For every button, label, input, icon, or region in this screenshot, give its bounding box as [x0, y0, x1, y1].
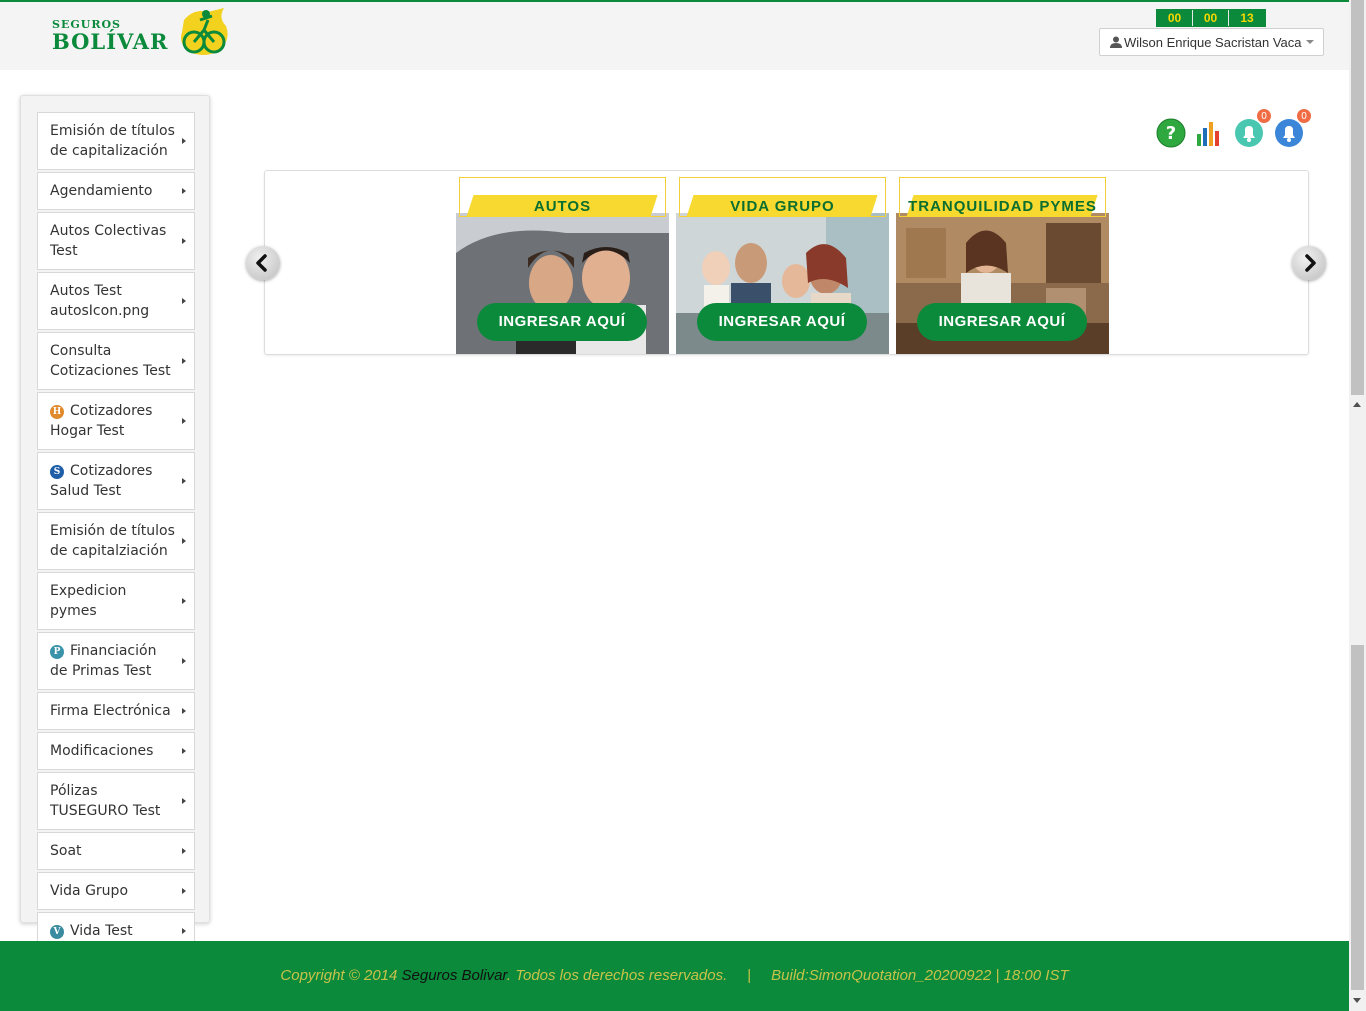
caret-right-icon [182, 298, 186, 304]
sidebar-item-label: Agendamiento [50, 183, 153, 199]
sidebar-item-label: Vida Grupo [50, 883, 129, 899]
build-text: Build:SimonQuotation_20200922 | 18:00 IS… [771, 967, 1069, 984]
scrollbar[interactable] [1349, 0, 1366, 1011]
scrollbar-thumb-lower[interactable] [1351, 645, 1364, 990]
carousel-prev-button[interactable] [246, 246, 280, 280]
product-carousel: AUTOS INGRESAR AQUÍ VIDA GRUPO INGRESAR … [264, 170, 1309, 355]
sidebar-item-label: Cotizadores Salud Test [50, 463, 153, 499]
caret-right-icon [182, 848, 186, 854]
caret-right-icon [182, 598, 186, 604]
hogar-icon: H [50, 405, 64, 419]
sidebar-item-label: Autos Colectivas Test [50, 223, 167, 259]
primas-icon: P [50, 645, 64, 659]
logo-big-text: BOLÍVAR [52, 29, 169, 54]
caret-right-icon [182, 538, 186, 544]
sidebar-item-financiacion-primas[interactable]: P Financiación de Primas Test [37, 632, 195, 690]
rights-text: . Todos los derechos reservados. [506, 967, 728, 984]
card-tranquilidad-pymes[interactable]: TRANQUILIDAD PYMES INGRESAR AQUÍ [896, 171, 1109, 354]
sidebar-item-label: Financiación de Primas Test [50, 643, 157, 679]
copyright-text: Copyright © 2014 [280, 967, 402, 984]
carousel-next-button[interactable] [1292, 246, 1326, 280]
footer-brand-link[interactable]: Seguros Bolivar [402, 967, 507, 984]
ingresar-autos-button[interactable]: INGRESAR AQUÍ [477, 303, 647, 341]
ingresar-vida-grupo-button[interactable]: INGRESAR AQUÍ [697, 303, 867, 341]
caret-right-icon [182, 928, 186, 934]
session-timer: 00 00 13 [1156, 9, 1266, 27]
sidebar-item-emision-titulos-2[interactable]: Emisión de títulos de capitalziación [37, 512, 195, 570]
scrollbar-thumb[interactable] [1351, 0, 1364, 395]
sidebar-item-autos-colectivas[interactable]: Autos Colectivas Test [37, 212, 195, 270]
sidebar-item-cotizadores-salud[interactable]: S Cotizadores Salud Test [37, 452, 195, 510]
sidebar-item-label: Emisión de títulos de capitalziación [50, 523, 175, 559]
ingresar-pymes-button[interactable]: INGRESAR AQUÍ [917, 303, 1087, 341]
caret-right-icon [182, 188, 186, 194]
caret-right-icon [182, 238, 186, 244]
caret-right-icon [182, 358, 186, 364]
timer-minutes: 00 [1193, 10, 1229, 26]
caret-right-icon [182, 138, 186, 144]
help-icon[interactable]: ? [1156, 118, 1186, 148]
sidebar-item-expedicion-pymes[interactable]: Expedicion pymes [37, 572, 195, 630]
chevron-right-icon [1305, 254, 1316, 272]
alert-count-badge: 0 [1296, 108, 1312, 124]
scroll-down-icon[interactable] [1353, 998, 1361, 1003]
sidebar-item-label: Pólizas TUSEGURO Test [50, 783, 161, 819]
sidebar-item-soat[interactable]: Soat [37, 832, 195, 870]
caret-right-icon [182, 708, 186, 714]
caret-down-icon [1305, 40, 1314, 44]
sidebar-item-label: Cotizadores Hogar Test [50, 403, 153, 439]
sidebar-item-firma-electronica[interactable]: Firma Electrónica [37, 692, 195, 730]
card-autos[interactable]: AUTOS INGRESAR AQUÍ [456, 171, 669, 354]
sidebar-item-emision-titulos[interactable]: Emisión de títulos de capitalización [37, 112, 195, 170]
caret-right-icon [182, 888, 186, 894]
sidebar-item-label: Firma Electrónica [50, 703, 171, 719]
timer-hours: 00 [1157, 10, 1193, 26]
card-title: AUTOS [533, 198, 592, 215]
user-icon [1110, 36, 1122, 48]
sidebar-item-polizas-tuseguro[interactable]: Pólizas TUSEGURO Test [37, 772, 195, 830]
footer-separator: | [747, 967, 752, 984]
sidebar-item-label: Vida Test [70, 923, 133, 939]
footer: Copyright © 2014 Seguros Bolivar. Todos … [0, 941, 1349, 1011]
sidebar-item-vida-grupo[interactable]: Vida Grupo [37, 872, 195, 910]
card-title: VIDA GRUPO [730, 198, 835, 215]
salud-icon: S [50, 465, 64, 479]
caret-right-icon [182, 478, 186, 484]
caret-right-icon [182, 658, 186, 664]
chevron-left-icon [256, 254, 267, 272]
sidebar-item-label: Autos Test autosIcon.png [50, 283, 150, 319]
sidebar: Emisión de títulos de capitalización Age… [20, 95, 210, 950]
sidebar-item-consulta-cotizaciones[interactable]: Consulta Cotizaciones Test [37, 332, 195, 390]
caret-right-icon [182, 798, 186, 804]
sidebar-item-modificaciones[interactable]: Modificaciones [37, 732, 195, 770]
sidebar-item-label: Soat [50, 843, 82, 859]
user-name: Wilson Enrique Sacristan Vaca [1124, 34, 1302, 50]
sidebar-item-label: Emisión de títulos de capitalización [50, 123, 175, 159]
timer-seconds: 13 [1240, 11, 1254, 25]
svg-text:?: ? [1166, 123, 1176, 144]
sidebar-item-cotizadores-hogar[interactable]: H Cotizadores Hogar Test [37, 392, 195, 450]
sidebar-item-autos-test[interactable]: Autos Test autosIcon.png [37, 272, 195, 330]
top-icons-bar: ? 0 0 [1156, 108, 1316, 152]
scroll-up-icon[interactable] [1353, 402, 1361, 407]
caret-right-icon [182, 418, 186, 424]
cyclist-logo-icon [181, 8, 228, 55]
seguros-bolivar-logo[interactable]: SEGUROS BOLÍVAR [52, 6, 232, 62]
card-title: TRANQUILIDAD PYMES [908, 198, 1097, 215]
sidebar-item-label: Expedicion pymes [50, 583, 127, 619]
sidebar-menu: Emisión de títulos de capitalización Age… [37, 112, 195, 952]
user-menu-button[interactable]: Wilson Enrique Sacristan Vaca [1099, 28, 1324, 56]
notification-count-badge: 0 [1256, 108, 1272, 124]
sidebar-item-label: Modificaciones [50, 743, 154, 759]
vida-icon: V [50, 925, 64, 939]
sidebar-item-agendamiento[interactable]: Agendamiento [37, 172, 195, 210]
bar-chart-icon[interactable] [1194, 118, 1224, 148]
footer-text: Copyright © 2014 Seguros Bolivar. Todos … [0, 967, 1349, 984]
card-vida-grupo[interactable]: VIDA GRUPO INGRESAR AQUÍ [676, 171, 889, 354]
sidebar-item-label: Consulta Cotizaciones Test [50, 343, 171, 379]
header: SEGUROS BOLÍVAR 00 00 13 Wilson Enrique … [0, 0, 1349, 70]
caret-right-icon [182, 748, 186, 754]
